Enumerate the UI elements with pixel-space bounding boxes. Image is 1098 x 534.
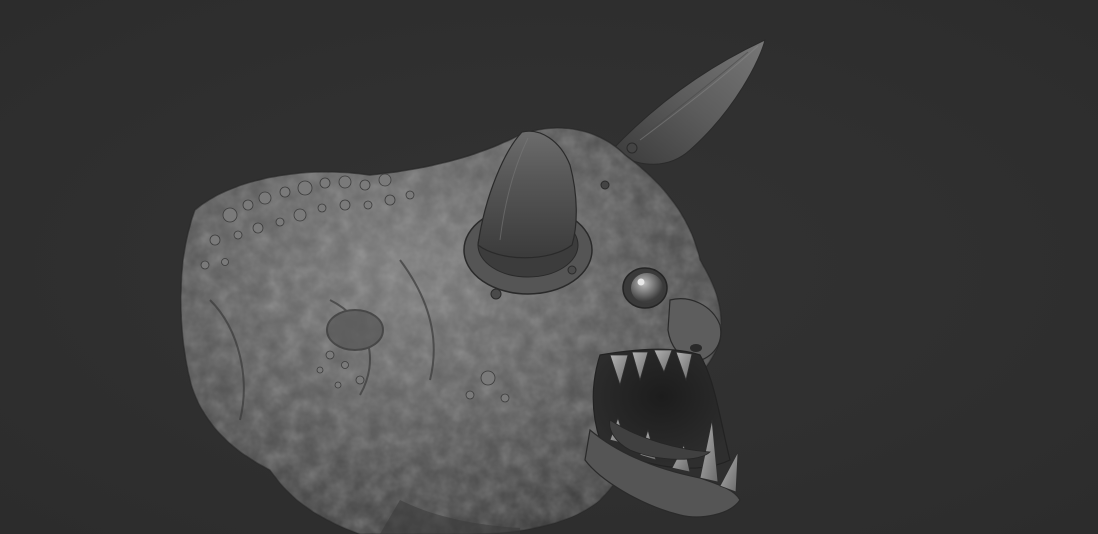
creature-sculpt: [180, 39, 766, 534]
sculpt-viewport[interactable]: [0, 0, 1098, 534]
eye: [622, 267, 668, 309]
